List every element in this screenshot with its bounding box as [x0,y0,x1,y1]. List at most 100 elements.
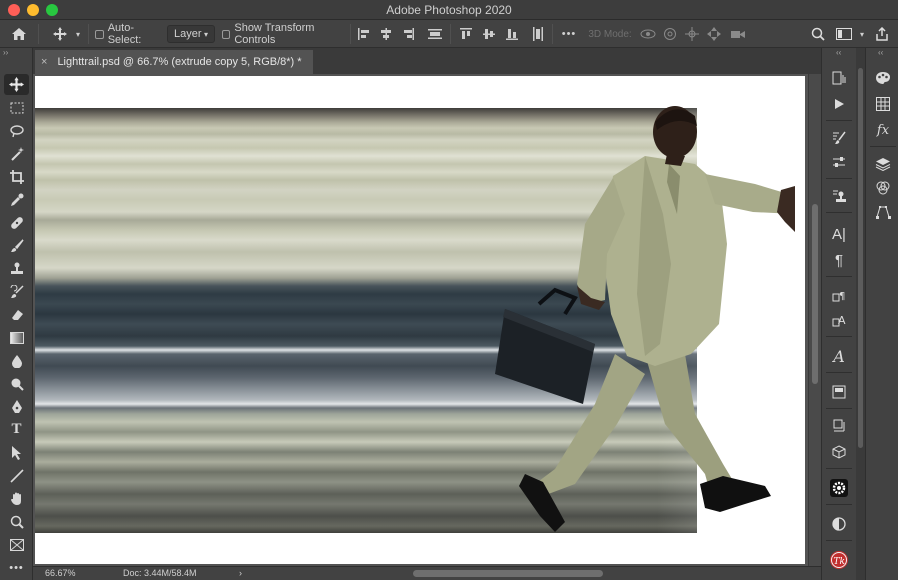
gradient-icon[interactable] [4,327,29,348]
tk-plugin-icon[interactable]: Tk [827,550,851,570]
3d-mode-label: 3D Mode: [588,28,632,40]
home-icon[interactable] [8,20,30,48]
collapse-arrows-icon[interactable]: ‹‹ [878,48,883,58]
channels-icon[interactable] [871,178,895,198]
auto-select-label: Auto-Select: [107,22,142,46]
show-transform-checkbox[interactable]: Show Transform Controls [222,20,347,48]
history-panel-icon[interactable] [827,68,851,88]
panel-scrollbar[interactable] [856,48,865,580]
auto-select-checkbox[interactable]: Auto-Select: [95,20,165,48]
brush-settings-icon[interactable] [827,128,851,148]
paths-icon[interactable] [871,202,895,222]
move-tool-preset-icon[interactable] [50,20,70,48]
checkbox-icon [95,29,104,39]
status-bar: 66.67% Doc: 3.44M/58.4M › [33,566,821,580]
horizontal-scroll-thumb[interactable] [413,570,603,577]
collapse-arrows-icon[interactable]: ‹‹ [836,48,841,58]
chevron-down-icon: ▾ [203,29,208,39]
move-tool-icon[interactable] [4,74,29,95]
glyphs-panel-icon[interactable]: A [827,346,851,366]
document-tab-bar: × Lighttrail.psd @ 66.7% (extrude copy 5… [33,48,821,74]
zoom-tool-icon[interactable] [4,511,29,532]
chevron-down-icon[interactable]: ▾ [72,20,84,48]
hand-tool-icon[interactable] [4,488,29,509]
blur-icon[interactable] [4,350,29,371]
clone-stamp-icon[interactable] [4,258,29,279]
contrast-icon[interactable] [827,514,851,534]
document-tab[interactable]: × Lighttrail.psd @ 66.7% (extrude copy 5… [35,50,313,74]
brush-tool-icon[interactable] [4,235,29,256]
character-styles-icon[interactable]: A [827,310,851,330]
show-transform-label: Show Transform Controls [234,22,315,46]
options-bar: ▾ Auto-Select: Layer ▾ Show Transform Co… [0,20,898,48]
3d-pan-icon[interactable] [683,20,701,48]
collapse-arrows-icon[interactable]: ›› [3,48,8,58]
actions-play-icon[interactable] [827,94,851,114]
status-menu-arrow[interactable]: › [239,568,242,578]
eyedropper-icon[interactable] [4,189,29,210]
vertical-scrollbar[interactable] [808,74,821,566]
clone-source-icon[interactable] [827,186,851,206]
svg-text:Tk: Tk [834,557,845,567]
3d-camera-icon[interactable] [728,20,748,48]
search-icon[interactable] [808,20,828,48]
styles-fx-icon[interactable]: fx [871,120,895,140]
magic-wand-icon[interactable] [4,143,29,164]
svg-text:¶: ¶ [839,291,845,302]
align-right-icon[interactable] [400,20,416,48]
auto-select-value: Layer [174,28,202,40]
align-left-icon[interactable] [356,20,372,48]
align-middle-icon[interactable] [481,20,497,48]
align-center-icon[interactable] [378,20,394,48]
align-top-icon[interactable] [458,20,474,48]
swatches-icon[interactable] [871,94,895,114]
zoom-level[interactable]: 66.67% [45,568,76,578]
pen-tool-icon[interactable] [4,396,29,417]
history-brush-icon[interactable] [4,281,29,302]
lasso-tool-icon[interactable] [4,120,29,141]
panel-scroll-thumb[interactable] [858,68,863,448]
color-palette-icon[interactable] [871,68,895,88]
tools-panel: ›› T ••• [0,48,33,580]
app-title: Adobe Photoshop 2020 [386,3,512,17]
line-tool-icon[interactable] [4,465,29,486]
distribute-vertical-icon[interactable] [530,20,546,48]
align-bottom-icon[interactable] [504,20,520,48]
close-icon[interactable]: × [41,56,47,68]
paragraph-styles-icon[interactable]: ¶ [827,286,851,306]
healing-brush-icon[interactable] [4,212,29,233]
character-panel-icon[interactable]: A| [827,224,851,244]
3d-slide-icon[interactable] [705,20,723,48]
collapsed-panels-column-1: ‹‹ A| ¶ ¶ A A Tk [821,48,856,580]
distribute-icon[interactable] [426,20,444,48]
dodge-icon[interactable] [4,373,29,394]
adjust-sliders-icon[interactable] [827,152,851,172]
frame-tool-icon[interactable] [4,534,29,555]
more-tools-icon[interactable]: ••• [4,557,29,578]
3d-roll-icon[interactable] [661,20,679,48]
workspace-icon[interactable] [834,20,854,48]
title-bar: Adobe Photoshop 2020 [0,0,898,20]
layers-icon[interactable] [871,154,895,174]
vertical-scroll-thumb[interactable] [812,204,818,384]
share-icon[interactable] [872,20,892,48]
3d-orbit-icon[interactable] [638,20,658,48]
cube-icon[interactable] [827,442,851,462]
paragraph-panel-icon[interactable]: ¶ [827,250,851,270]
checkbox-icon [222,29,231,39]
auto-select-dropdown[interactable]: Layer ▾ [167,25,215,43]
marquee-tool-icon[interactable] [4,97,29,118]
document-canvas[interactable] [35,76,805,564]
plugin-gear-icon[interactable] [827,478,851,498]
document-tab-title: Lighttrail.psd @ 66.7% (extrude copy 5, … [57,56,302,68]
type-tool-icon[interactable]: T [4,419,29,440]
navigator-panel-icon[interactable] [827,382,851,402]
svg-text:A: A [838,314,846,327]
canvas-area[interactable] [33,74,807,566]
chevron-down-icon[interactable]: ▾ [856,20,868,48]
3d-panel-icon[interactable] [827,416,851,436]
eraser-icon[interactable] [4,304,29,325]
more-options-button[interactable]: ••• [558,20,580,48]
crop-tool-icon[interactable] [4,166,29,187]
path-selection-icon[interactable] [4,442,29,463]
